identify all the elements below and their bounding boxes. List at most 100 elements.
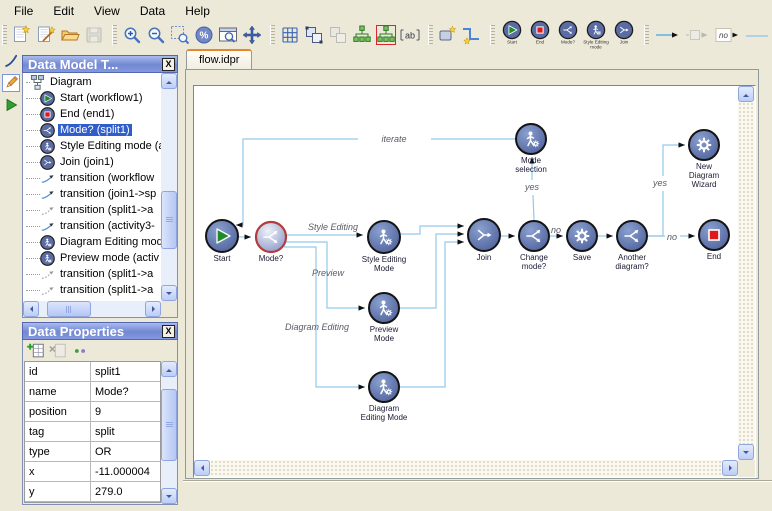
node-mode-selection[interactable]: Modeselection — [515, 124, 547, 174]
node-join[interactable]: Join — [468, 219, 500, 262]
property-row[interactable]: idsplit1 — [25, 362, 160, 382]
toolbar-grip[interactable] — [490, 25, 495, 45]
menu-data[interactable]: Data — [130, 1, 175, 21]
zoom-percent-button[interactable]: % — [193, 24, 215, 46]
scrollbar-thumb[interactable] — [161, 389, 177, 461]
toolbar-grip[interactable] — [2, 25, 7, 45]
tree-item[interactable]: Diagram Editing mod — [24, 234, 161, 250]
status-dots-button[interactable] — [70, 341, 90, 360]
node-save[interactable]: Save — [567, 221, 597, 262]
pan-button[interactable] — [241, 24, 263, 46]
transition-button[interactable] — [653, 24, 681, 46]
delete-property-button[interactable] — [48, 341, 68, 360]
property-row[interactable]: typeOR — [25, 442, 160, 462]
tree-item[interactable]: Start (workflow1) — [24, 90, 161, 106]
transition-plain-button[interactable] — [743, 24, 771, 46]
zoom-in-button[interactable] — [121, 24, 143, 46]
scroll-up-icon[interactable] — [161, 361, 177, 377]
layout-tree-button[interactable] — [351, 24, 373, 46]
pen-tool-button[interactable] — [2, 52, 20, 70]
edge-preview-to-join[interactable] — [400, 234, 464, 308]
wizard-button[interactable] — [35, 24, 57, 46]
add-property-button[interactable] — [26, 341, 46, 360]
menu-file[interactable]: File — [4, 1, 43, 21]
scroll-right-icon[interactable] — [722, 460, 738, 476]
pencil-tool-button[interactable] — [2, 74, 20, 92]
layout-tree-selected-button[interactable] — [375, 24, 397, 46]
edge-iterate-b[interactable] — [236, 139, 358, 225]
toolbar-grip[interactable] — [112, 25, 117, 45]
property-value[interactable]: Mode? — [91, 382, 160, 401]
data-model-tree-title-bar[interactable]: Data Model T... X — [22, 55, 178, 73]
tree-hscrollbar[interactable] — [23, 301, 161, 317]
node-end[interactable]: End — [699, 220, 729, 261]
open-button[interactable] — [59, 24, 81, 46]
properties-vscrollbar[interactable] — [161, 361, 177, 504]
property-row[interactable]: nameMode? — [25, 382, 160, 402]
node-new-diagram-wizard[interactable]: NewDiagramWizard — [689, 130, 720, 189]
diagram-canvas[interactable]: iterateStyle EditingPreviewDiagram Editi… — [194, 86, 738, 460]
tree-item[interactable]: Style Editing mode (a — [24, 138, 161, 154]
scroll-down-icon[interactable] — [161, 488, 177, 504]
canvas-vscrollbar[interactable] — [738, 86, 755, 460]
scroll-up-icon[interactable] — [161, 73, 177, 89]
menu-edit[interactable]: Edit — [43, 1, 84, 21]
node-activity-button[interactable]: Style Editingmode — [583, 20, 609, 49]
grid-button[interactable] — [279, 24, 301, 46]
transition-labeled-button[interactable] — [683, 24, 711, 46]
tab-flow-idpr[interactable]: flow.idpr — [186, 49, 252, 69]
tree-item[interactable]: transition (split1->a — [24, 202, 161, 218]
property-value[interactable]: 279.0 — [91, 482, 160, 501]
property-row[interactable]: x-11.000004 — [25, 462, 160, 482]
close-icon[interactable]: X — [162, 325, 175, 338]
canvas-hscrollbar[interactable] — [194, 460, 738, 477]
tree-item[interactable]: End (end1) — [24, 106, 161, 122]
node-end-button[interactable]: End — [527, 20, 553, 49]
node-style-editing-mode[interactable]: Style EditingMode — [362, 221, 406, 273]
scroll-up-icon[interactable] — [738, 86, 754, 102]
node-preview-mode[interactable]: PreviewMode — [369, 293, 399, 343]
label-tool-button[interactable]: ab — [399, 24, 421, 46]
property-value[interactable]: -11.000004 — [91, 462, 160, 481]
scroll-right-icon[interactable] — [145, 301, 161, 317]
node-mode[interactable]: Mode? — [256, 222, 286, 263]
tree-item[interactable]: transition (split1->a — [24, 282, 161, 298]
tree-item[interactable]: transition (split1->a — [24, 266, 161, 282]
tree-item[interactable]: transition (join1->sp — [24, 186, 161, 202]
new-diagram-button[interactable] — [11, 24, 33, 46]
tree-vscrollbar[interactable] — [161, 73, 177, 301]
ungroup-button[interactable] — [327, 24, 349, 46]
edge-another-to-wizard-a[interactable] — [648, 191, 663, 236]
edge-styleediting-to-join[interactable] — [401, 226, 464, 234]
scroll-down-icon[interactable] — [738, 444, 754, 460]
edge-another-to-wizard-b[interactable] — [663, 145, 685, 176]
transition-no-button[interactable]: no — [713, 24, 741, 46]
toolbar-grip[interactable] — [428, 25, 433, 45]
scrollbar-thumb[interactable] — [161, 191, 177, 249]
overview-button[interactable] — [217, 24, 239, 46]
edge-diagramediting-to-join[interactable] — [400, 242, 464, 387]
node-split-button[interactable]: Mode? — [555, 20, 581, 49]
group-button[interactable] — [303, 24, 325, 46]
edge-changemode-to-modeselection-a[interactable] — [533, 195, 534, 220]
insert-shape-button[interactable] — [437, 24, 459, 46]
scroll-left-icon[interactable] — [23, 301, 39, 317]
tree-item[interactable]: Diagram — [24, 74, 161, 90]
tree-item[interactable]: Mode? (split1) — [24, 122, 161, 138]
property-value[interactable]: 9 — [91, 402, 160, 421]
node-diagram-editing-mode[interactable]: DiagramEditing Mode — [361, 372, 408, 422]
insert-connector-button[interactable] — [461, 24, 483, 46]
scroll-down-icon[interactable] — [161, 285, 177, 301]
scrollbar-thumb[interactable] — [47, 301, 91, 317]
property-row[interactable]: tagsplit — [25, 422, 160, 442]
node-change-mode[interactable]: Changemode? — [519, 221, 549, 271]
node-start[interactable]: Start — [206, 220, 238, 263]
close-icon[interactable]: X — [162, 58, 175, 71]
property-row[interactable]: position9 — [25, 402, 160, 422]
property-value[interactable]: split1 — [91, 362, 160, 381]
property-value[interactable]: split — [91, 422, 160, 441]
data-properties-title-bar[interactable]: Data Properties X — [22, 322, 178, 340]
menu-view[interactable]: View — [84, 1, 130, 21]
tree-item[interactable]: transition (activity3- — [24, 218, 161, 234]
node-start-button[interactable]: Start — [499, 20, 525, 49]
